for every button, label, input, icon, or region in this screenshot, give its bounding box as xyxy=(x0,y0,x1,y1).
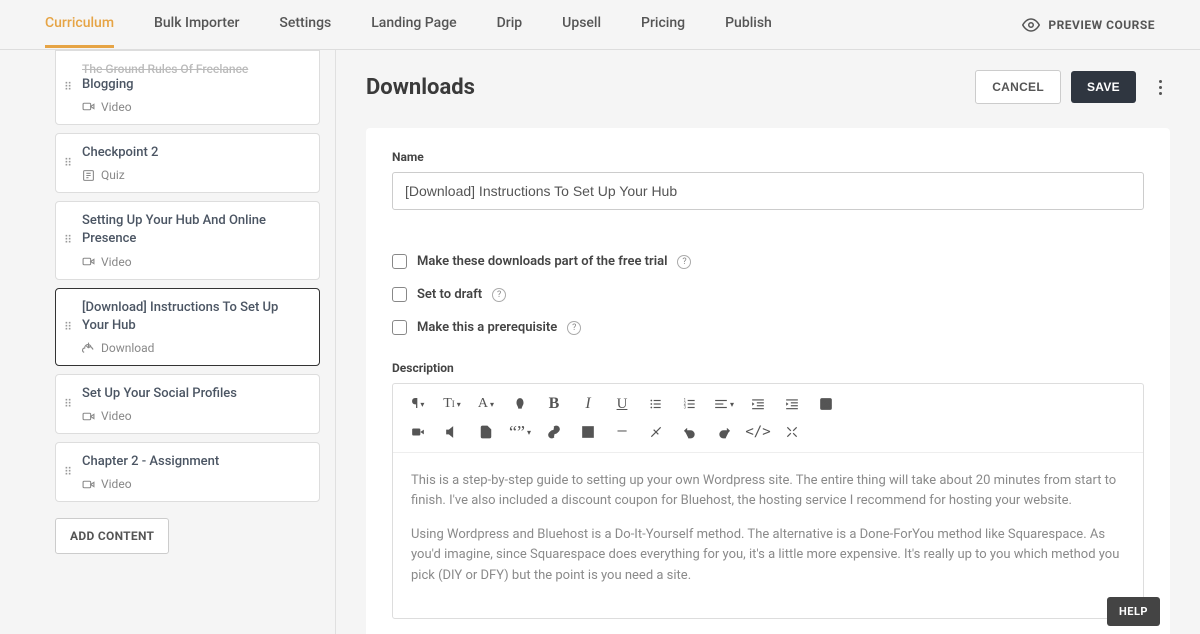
add-content-button[interactable]: ADD CONTENT xyxy=(55,518,169,554)
tab-publish[interactable]: Publish xyxy=(725,1,772,48)
lesson-meta: Video xyxy=(82,255,307,269)
description-label: Description xyxy=(392,361,1144,375)
help-icon[interactable]: ? xyxy=(492,288,506,302)
lesson-meta: Video xyxy=(82,477,307,491)
nav-tabs: Curriculum Bulk Importer Settings Landin… xyxy=(45,1,772,48)
redo-icon[interactable] xyxy=(707,418,741,446)
highlight-icon[interactable] xyxy=(503,390,537,418)
lesson-title: Blogging xyxy=(82,76,307,94)
number-list-icon[interactable]: 123 xyxy=(673,390,707,418)
drag-handle-icon[interactable]: ⠿ xyxy=(64,238,73,243)
free-trial-checkbox[interactable] xyxy=(392,254,407,269)
lesson-item[interactable]: ⠿ Checkpoint 2 Quiz xyxy=(55,133,320,193)
help-button[interactable]: HELP xyxy=(1107,597,1160,626)
lesson-title: [Download] Instructions To Set Up Your H… xyxy=(82,299,307,335)
lesson-title: Checkpoint 2 xyxy=(82,144,307,162)
outdent-icon[interactable] xyxy=(741,390,775,418)
editor-textarea[interactable]: This is a step-by-step guide to setting … xyxy=(393,453,1143,618)
lesson-meta: Quiz xyxy=(82,168,307,182)
editor-toolbar: ¶▾ TI▾ A▾ B I U 123 ▾ xyxy=(393,384,1143,453)
lesson-meta: Download xyxy=(82,341,307,355)
table-icon[interactable] xyxy=(571,418,605,446)
tab-landing-page[interactable]: Landing Page xyxy=(371,1,456,48)
font-color-icon[interactable]: A▾ xyxy=(469,390,503,418)
tab-pricing[interactable]: Pricing xyxy=(641,1,685,48)
fullscreen-icon[interactable] xyxy=(775,418,809,446)
page-title: Downloads xyxy=(366,75,975,100)
lesson-item[interactable]: ⠿ The Ground Rules Of Freelance Blogging… xyxy=(55,50,320,125)
video-icon xyxy=(82,100,95,113)
clear-format-icon[interactable] xyxy=(639,418,673,446)
video-icon xyxy=(82,410,95,423)
description-paragraph: This is a step-by-step guide to setting … xyxy=(411,471,1125,511)
save-button[interactable]: SAVE xyxy=(1071,71,1136,103)
text-style-icon[interactable]: TI▾ xyxy=(435,390,469,418)
free-trial-label: Make these downloads part of the free tr… xyxy=(417,254,667,269)
main-content: Downloads CANCEL SAVE Name Make these do… xyxy=(336,50,1200,634)
quote-icon[interactable]: “”▾ xyxy=(503,418,537,446)
top-nav: Curriculum Bulk Importer Settings Landin… xyxy=(0,0,1200,50)
bullet-list-icon[interactable] xyxy=(639,390,673,418)
prereq-checkbox[interactable] xyxy=(392,320,407,335)
lesson-title: Chapter 2 - Assignment xyxy=(82,453,307,471)
lesson-title: Set Up Your Social Profiles xyxy=(82,385,307,403)
preview-course-label: PREVIEW COURSE xyxy=(1048,18,1155,32)
more-menu-icon[interactable] xyxy=(1150,80,1170,95)
audio-icon[interactable] xyxy=(435,418,469,446)
underline-icon[interactable]: U xyxy=(605,390,639,418)
indent-icon[interactable] xyxy=(775,390,809,418)
help-icon[interactable]: ? xyxy=(677,255,691,269)
lesson-title: Setting Up Your Hub And Online Presence xyxy=(82,212,307,248)
tab-upsell[interactable]: Upsell xyxy=(562,1,601,48)
rich-text-editor: ¶▾ TI▾ A▾ B I U 123 ▾ xyxy=(392,383,1144,619)
lesson-item-active[interactable]: ⠿ [Download] Instructions To Set Up Your… xyxy=(55,288,320,366)
code-icon[interactable]: </> xyxy=(741,418,775,446)
prereq-label: Make this a prerequisite xyxy=(417,320,557,335)
cancel-button[interactable]: CANCEL xyxy=(975,70,1061,104)
undo-icon[interactable] xyxy=(673,418,707,446)
video-tool-icon[interactable] xyxy=(401,418,435,446)
name-input[interactable] xyxy=(392,172,1144,210)
hr-icon[interactable]: — xyxy=(605,418,639,446)
image-icon[interactable] xyxy=(809,390,843,418)
tab-bulk-importer[interactable]: Bulk Importer xyxy=(154,1,239,48)
description-paragraph: Using Wordpress and Bluehost is a Do-It-… xyxy=(411,525,1125,585)
bold-icon[interactable]: B xyxy=(537,390,571,418)
drag-handle-icon[interactable]: ⠿ xyxy=(64,324,73,329)
lesson-item[interactable]: ⠿ Chapter 2 - Assignment Video xyxy=(55,442,320,502)
drag-handle-icon[interactable]: ⠿ xyxy=(64,161,73,166)
drag-handle-icon[interactable]: ⠿ xyxy=(64,470,73,475)
quiz-icon xyxy=(82,169,95,182)
tab-drip[interactable]: Drip xyxy=(497,1,523,48)
lesson-meta: Video xyxy=(82,100,307,114)
help-icon[interactable]: ? xyxy=(567,321,581,335)
italic-icon[interactable]: I xyxy=(571,390,605,418)
align-icon[interactable]: ▾ xyxy=(707,390,741,418)
lesson-meta: Video xyxy=(82,409,307,423)
draft-checkbox[interactable] xyxy=(392,287,407,302)
file-icon[interactable] xyxy=(469,418,503,446)
drag-handle-icon[interactable]: ⠿ xyxy=(64,85,73,90)
eye-icon xyxy=(1022,16,1040,34)
link-icon[interactable] xyxy=(537,418,571,446)
video-icon xyxy=(82,478,95,491)
svg-text:3: 3 xyxy=(684,405,687,410)
name-label: Name xyxy=(392,150,1144,164)
draft-label: Set to draft xyxy=(417,287,482,302)
sidebar: ⠿ The Ground Rules Of Freelance Blogging… xyxy=(0,50,335,634)
tab-curriculum[interactable]: Curriculum xyxy=(45,1,114,48)
lesson-item[interactable]: ⠿ Setting Up Your Hub And Online Presenc… xyxy=(55,201,320,279)
form-card: Name Make these downloads part of the fr… xyxy=(366,128,1170,634)
tab-settings[interactable]: Settings xyxy=(279,1,331,48)
paragraph-icon[interactable]: ¶▾ xyxy=(401,390,435,418)
download-icon xyxy=(82,341,95,354)
preview-course-button[interactable]: PREVIEW COURSE xyxy=(1022,16,1155,34)
lesson-item[interactable]: ⠿ Set Up Your Social Profiles Video xyxy=(55,374,320,434)
video-icon xyxy=(82,255,95,268)
drag-handle-icon[interactable]: ⠿ xyxy=(64,402,73,407)
